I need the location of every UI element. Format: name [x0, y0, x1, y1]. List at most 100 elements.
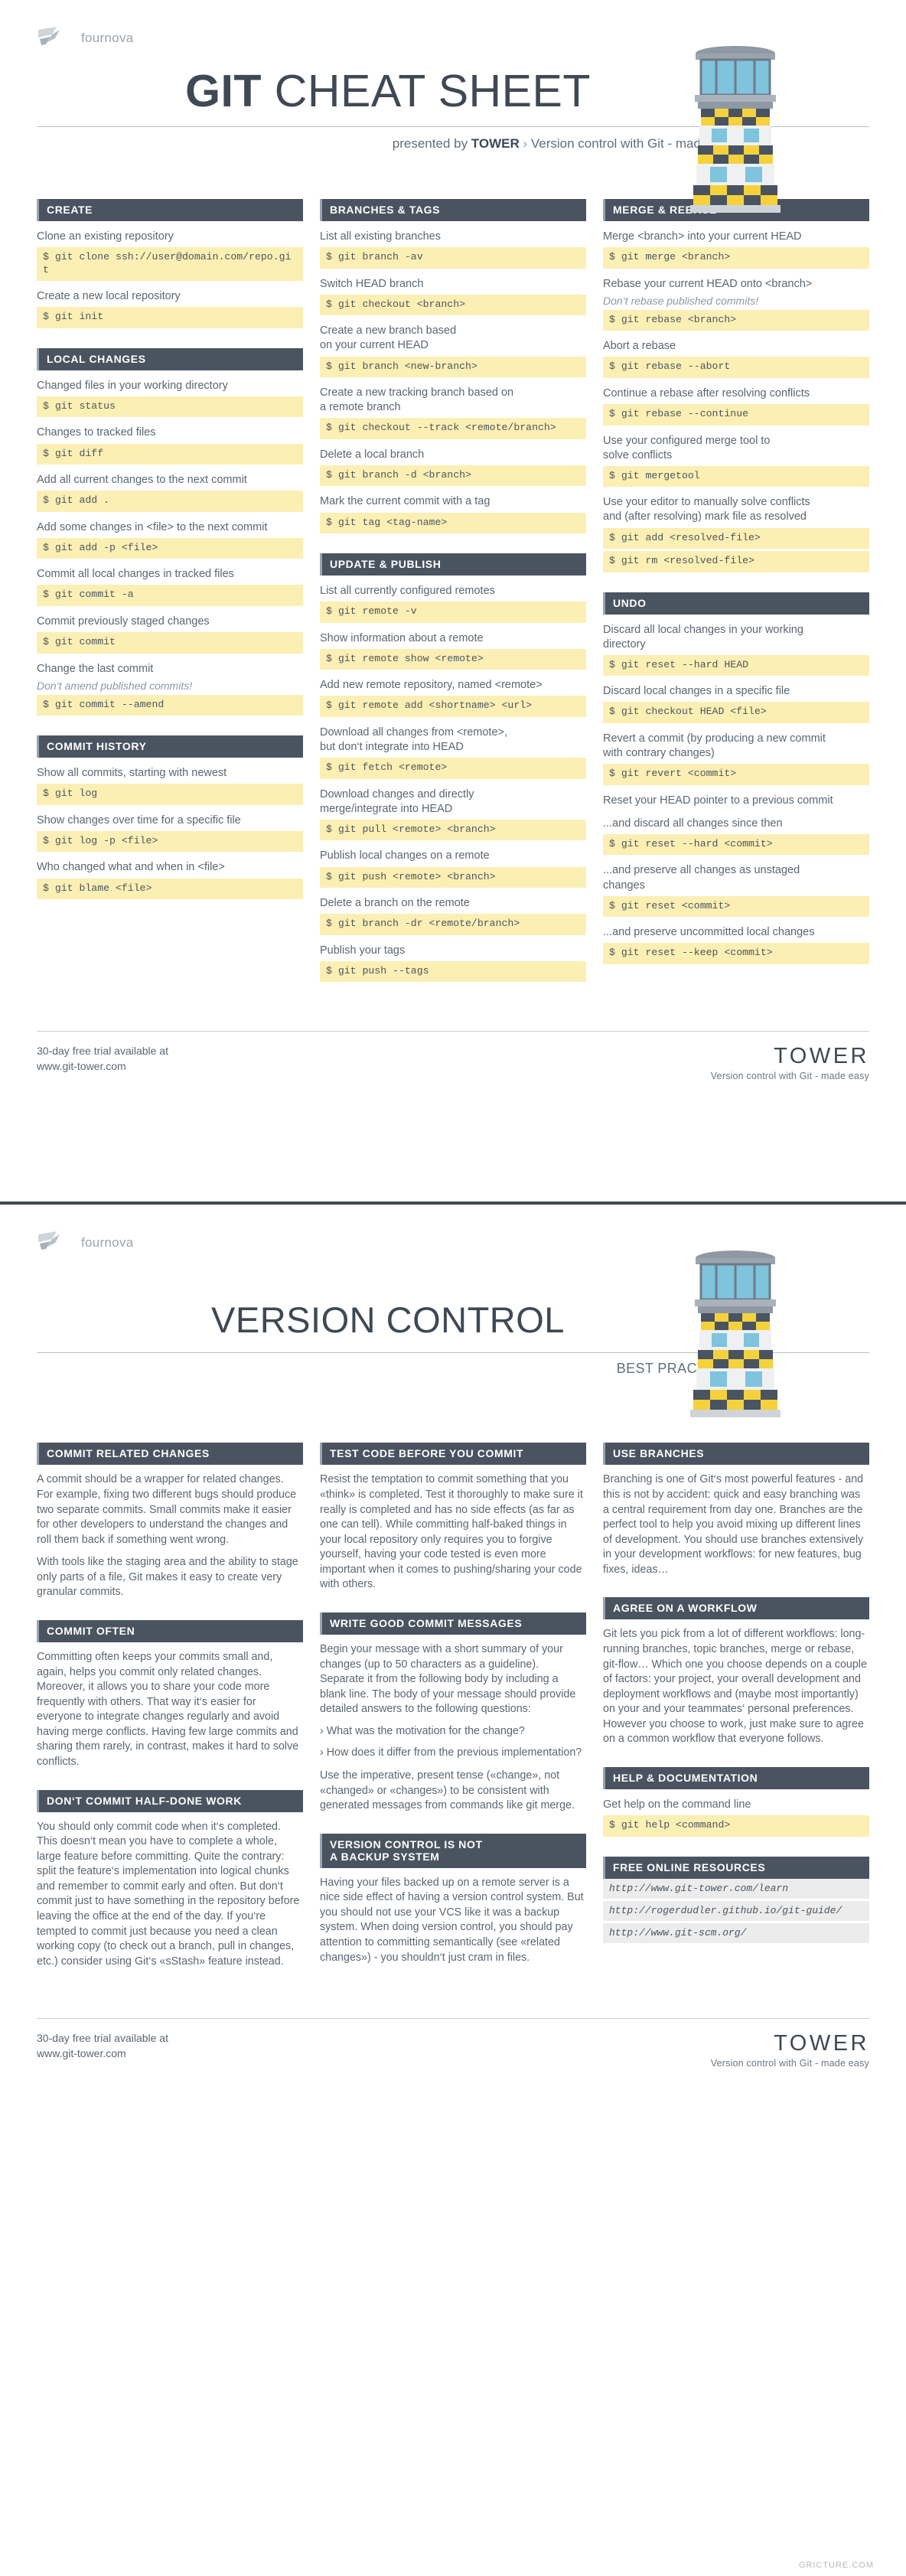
- command-snippet[interactable]: $ git reset --hard HEAD: [603, 654, 869, 677]
- command-description: Reset your HEAD pointer to a previous co…: [603, 794, 833, 807]
- command-description: Show information about a remote: [320, 631, 484, 644]
- command-snippet[interactable]: $ git reset --keep <commit>: [603, 943, 869, 964]
- section: CREATE Clone an existing repository $ git …: [37, 199, 303, 328]
- section-header: WRITE GOOD COMMIT MESSAGES: [320, 1612, 586, 1635]
- command-snippet[interactable]: $ git checkout <branch>: [320, 294, 586, 316]
- page-title-bold: GIT: [185, 66, 262, 116]
- command-snippet[interactable]: $ git log: [37, 784, 303, 805]
- command-description: ...and preserve uncommitted local change…: [603, 926, 815, 939]
- command-description: Create a new tracking branch based on a r…: [320, 386, 514, 414]
- command-description: Delete a local branch: [320, 448, 425, 461]
- command-description: Changed files in your working directory: [37, 379, 228, 392]
- section: UNDO Discard all local changes in your wo…: [603, 592, 869, 964]
- lighthouse-tower-illustration-icon: [678, 1243, 793, 1419]
- page-title-rest: CHEAT SHEET: [261, 66, 591, 116]
- command-description: Show all commits, starting with newest: [37, 767, 227, 780]
- command-snippet[interactable]: $ git clone ssh://user@domain.com/repo.g…: [37, 247, 303, 282]
- command-snippet[interactable]: $ git branch -av: [320, 247, 586, 269]
- resource-link[interactable]: http://www.git-scm.org/: [603, 1922, 869, 1943]
- command-description: Publish your tags: [320, 944, 406, 957]
- command-snippet[interactable]: $ git branch <new-branch>: [320, 356, 586, 377]
- command-snippet[interactable]: $ git checkout --track <remote/branch>: [320, 418, 586, 439]
- command-snippet[interactable]: $ git commit: [37, 632, 303, 654]
- command-snippet[interactable]: $ git checkout HEAD <file>: [603, 702, 869, 723]
- command-snippet[interactable]: $ git mergetool: [603, 465, 869, 487]
- command-snippet[interactable]: $ git branch -d <branch>: [320, 465, 586, 487]
- command-snippet[interactable]: $ git remote add <shortname> <url>: [320, 696, 586, 717]
- command-description: Download all changes from <remote>, but d…: [320, 726, 508, 753]
- command-snippet[interactable]: $ git commit --amend: [37, 694, 303, 716]
- section-header: TEST CODE BEFORE YOU COMMIT: [320, 1443, 586, 1466]
- brand-name: fournova: [81, 1235, 134, 1250]
- section: UPDATE & PUBLISH List all currently confi…: [320, 553, 586, 983]
- page2-hero: VERSION CONTROL BEST PRACTICES: [37, 1251, 869, 1417]
- command-snippet[interactable]: $ git remote show <remote>: [320, 648, 586, 670]
- command-snippet[interactable]: $ git push --tags: [320, 960, 586, 983]
- section-header: VERSION CONTROL IS NOT A BACKUP SYSTEM: [320, 1833, 586, 1868]
- command-snippet[interactable]: $ git rm <resolved-file>: [603, 551, 869, 572]
- footer-website-link[interactable]: www.git-tower.com: [37, 1059, 168, 1074]
- command-description: Discard all local changes in your workin…: [603, 623, 803, 651]
- command-description: Who changed what and when in <file>: [37, 861, 225, 874]
- footer-tower-wordmark: TOWER: [774, 2031, 869, 2056]
- command-snippet[interactable]: $ git pull <remote> <branch>: [320, 819, 586, 841]
- command-snippet[interactable]: $ git help <command>: [603, 1815, 869, 1837]
- footer-brand: TOWER Version control with Git - made ea…: [711, 1044, 869, 1081]
- command-snippet[interactable]: $ git branch -dr <remote/branch>: [320, 914, 586, 935]
- command-description: Clone an existing repository: [37, 230, 174, 243]
- command-snippet[interactable]: $ git diff: [37, 443, 303, 465]
- resource-link[interactable]: http://rogerdudler.github.io/git-guide/: [603, 1900, 869, 1921]
- command-snippet[interactable]: $ git status: [37, 396, 303, 418]
- practice-paragraph: Use the imperative, present tense («chan…: [320, 1769, 575, 1812]
- practice-section: HELP & DOCUMENTATION Get help on the comm…: [603, 1767, 869, 1837]
- command-snippet[interactable]: $ git log -p <file>: [37, 830, 303, 853]
- command-snippet[interactable]: $ git tag <tag-name>: [320, 512, 586, 533]
- practice-section: USE BRANCHES Branching is one of Git‘s mo…: [603, 1443, 869, 1577]
- section: COMMIT HISTORY Show all commits, starting…: [37, 735, 303, 899]
- command-snippet[interactable]: $ git blame <file>: [37, 878, 303, 899]
- command-warning-note: Don‘t rebase published commits!: [603, 294, 759, 307]
- practice-bullet: › What was the motivation for the change…: [320, 1724, 525, 1737]
- section-header: CREATE: [37, 199, 303, 221]
- resource-link[interactable]: http://www.git-tower.com/learn: [603, 1878, 869, 1899]
- command-snippet[interactable]: $ git commit -a: [37, 585, 303, 606]
- command-snippet[interactable]: $ git fetch <remote>: [320, 758, 586, 779]
- command-snippet[interactable]: $ git reset <commit>: [603, 895, 869, 918]
- command-snippet[interactable]: $ git add .: [37, 491, 303, 512]
- command-description: Rebase your current HEAD onto <branch>: [603, 277, 813, 290]
- command-snippet[interactable]: $ git init: [37, 307, 303, 328]
- brand-name: fournova: [81, 31, 134, 45]
- practice-paragraph: Having your files backed up on a remote …: [320, 1876, 584, 1964]
- section-header: AGREE ON A WORKFLOW: [603, 1597, 869, 1620]
- footer-brand-2: TOWER Version control with Git - made ea…: [711, 2031, 869, 2069]
- practice-paragraph: A commit should be a wrapper for related…: [37, 1473, 297, 1546]
- command-description: Change the last commit: [37, 662, 154, 675]
- command-snippet[interactable]: $ git rebase --continue: [603, 404, 869, 426]
- command-description: Merge <branch> into your current HEAD: [603, 230, 802, 243]
- footer-trial-line1: 30-day free trial available at: [37, 1045, 168, 1058]
- cheat-sheet-columns: CREATE Clone an existing repository $ git …: [37, 199, 869, 1002]
- section-header: LOCAL CHANGES: [37, 347, 303, 370]
- section-header: HELP & DOCUMENTATION: [603, 1767, 869, 1790]
- command-description: Discard local changes in a specific file: [603, 685, 790, 698]
- footer-website-link[interactable]: www.git-tower.com: [37, 2046, 168, 2062]
- practice-paragraph: Git lets you pick from a lot of differen…: [603, 1628, 867, 1746]
- footer-tagline: Version control with Git - made easy: [710, 2058, 869, 2069]
- command-snippet[interactable]: $ git add <resolved-file>: [603, 527, 869, 549]
- footer-trial-line1: 30-day free trial available at: [37, 2032, 168, 2045]
- section-header: UNDO: [603, 592, 869, 615]
- command-snippet[interactable]: $ git revert <commit>: [603, 764, 869, 785]
- practice-paragraph: Branching is one of Git‘s most powerful …: [603, 1473, 864, 1576]
- watermark: GRICTURE.COM: [798, 2561, 874, 2570]
- command-snippet[interactable]: $ git remote -v: [320, 602, 586, 623]
- command-snippet[interactable]: $ git merge <branch>: [603, 247, 869, 269]
- command-snippet[interactable]: $ git rebase --abort: [603, 357, 869, 378]
- command-snippet[interactable]: $ git push <remote> <branch>: [320, 866, 586, 888]
- practice-section: AGREE ON A WORKFLOW Git lets you pick fro…: [603, 1597, 869, 1747]
- practice-section: WRITE GOOD COMMIT MESSAGES Begin your mes…: [320, 1612, 586, 1814]
- command-snippet[interactable]: $ git reset --hard <commit>: [603, 833, 869, 856]
- command-snippet[interactable]: $ git add -p <file>: [37, 537, 303, 559]
- command-description: Add all current changes to the next comm…: [37, 474, 247, 486]
- command-snippet[interactable]: $ git rebase <branch>: [603, 309, 869, 331]
- section-header: COMMIT RELATED CHANGES: [37, 1443, 303, 1466]
